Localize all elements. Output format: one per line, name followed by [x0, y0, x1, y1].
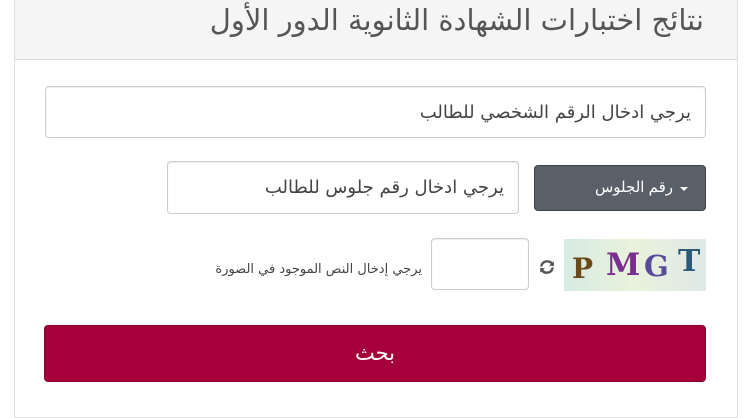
seat-number-input[interactable] — [167, 161, 519, 214]
national-id-input[interactable] — [45, 86, 706, 138]
captcha-image: P M G T — [564, 239, 706, 291]
search-button[interactable]: بحث — [44, 325, 706, 382]
search-type-dropdown[interactable]: رقم الجلوس — [534, 165, 706, 211]
captcha-char: T — [678, 244, 701, 279]
panel-header: نتائج اختبارات الشهادة الثانوية الدور ال… — [15, 0, 737, 60]
refresh-icon[interactable] — [538, 258, 556, 276]
captcha-char: P — [572, 252, 594, 285]
page-title: نتائج اختبارات الشهادة الثانوية الدور ال… — [209, 3, 704, 37]
caret-down-icon — [680, 187, 688, 191]
captcha-char: G — [644, 249, 669, 283]
search-type-label: رقم الجلوس — [594, 179, 673, 196]
captcha-instruction: يرجي إدخال النص الموجود في الصورة — [215, 262, 422, 277]
captcha-char: M — [606, 247, 641, 283]
captcha-input[interactable] — [431, 238, 529, 290]
